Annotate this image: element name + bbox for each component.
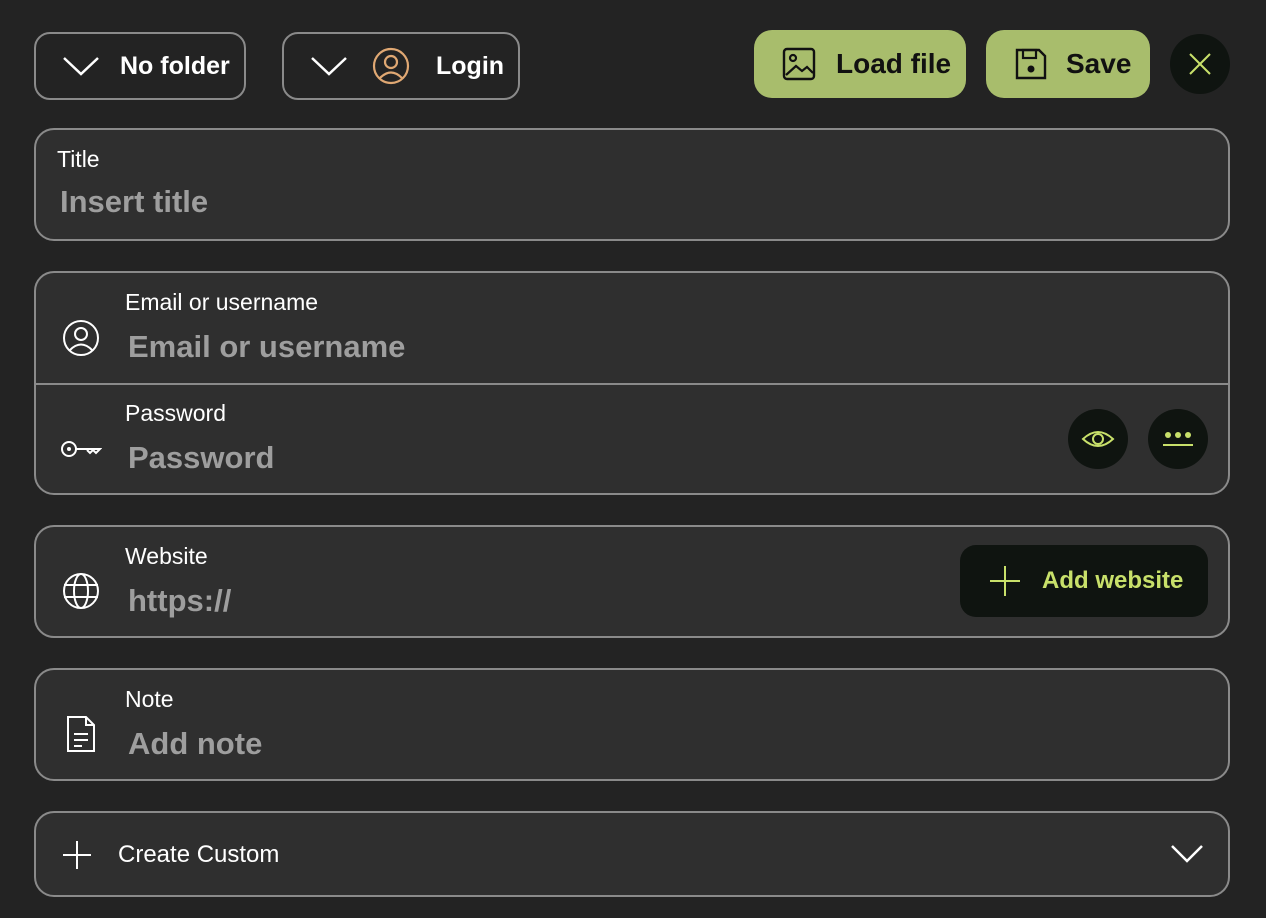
- website-input[interactable]: https://: [128, 583, 231, 619]
- note-label: Note: [125, 686, 174, 712]
- website-card: Website https:// Add website: [34, 525, 1230, 638]
- eye-icon: [1081, 428, 1115, 450]
- username-input[interactable]: Email or username: [128, 329, 405, 365]
- plus-icon: [988, 564, 1022, 598]
- item-type-dropdown[interactable]: Login: [282, 32, 520, 100]
- chevron-down-icon: [62, 55, 100, 77]
- password-input[interactable]: Password: [128, 440, 274, 476]
- chevron-down-icon: [310, 55, 348, 77]
- load-file-button[interactable]: Load file: [754, 30, 966, 98]
- document-icon: [66, 715, 96, 753]
- chevron-down-icon[interactable]: [1170, 843, 1204, 865]
- add-website-label: Add website: [1042, 567, 1184, 594]
- user-icon: [62, 319, 100, 357]
- create-custom-button[interactable]: Create Custom: [34, 811, 1230, 897]
- password-label: Password: [125, 400, 226, 426]
- title-label: Title: [57, 146, 100, 172]
- save-button[interactable]: Save: [986, 30, 1150, 98]
- title-input[interactable]: Insert title: [60, 184, 208, 220]
- user-icon: [372, 47, 410, 85]
- globe-icon: [62, 572, 100, 610]
- add-website-button[interactable]: Add website: [960, 545, 1208, 617]
- close-icon: [1188, 52, 1212, 76]
- credentials-card: Email or username Email or username Pass…: [34, 271, 1230, 495]
- note-card: Note Add note: [34, 668, 1230, 781]
- dots-icon: [1161, 428, 1195, 450]
- close-button[interactable]: [1170, 34, 1230, 94]
- create-custom-label: Create Custom: [118, 841, 280, 868]
- plus-icon: [62, 840, 92, 870]
- item-type-label: Login: [436, 51, 505, 80]
- floppy-disk-icon: [1014, 47, 1048, 81]
- title-field[interactable]: Title Insert title: [34, 128, 1230, 241]
- folder-dropdown[interactable]: No folder: [34, 32, 246, 100]
- note-input[interactable]: Add note: [128, 726, 262, 762]
- divider: [36, 383, 1228, 385]
- load-file-label: Load file: [836, 48, 952, 79]
- generate-password-button[interactable]: [1148, 409, 1208, 469]
- username-label: Email or username: [125, 289, 319, 315]
- key-icon: [60, 437, 102, 461]
- show-password-button[interactable]: [1068, 409, 1128, 469]
- website-label: Website: [125, 543, 208, 569]
- image-icon: [782, 47, 816, 81]
- save-label: Save: [1066, 48, 1132, 79]
- folder-label: No folder: [120, 51, 230, 80]
